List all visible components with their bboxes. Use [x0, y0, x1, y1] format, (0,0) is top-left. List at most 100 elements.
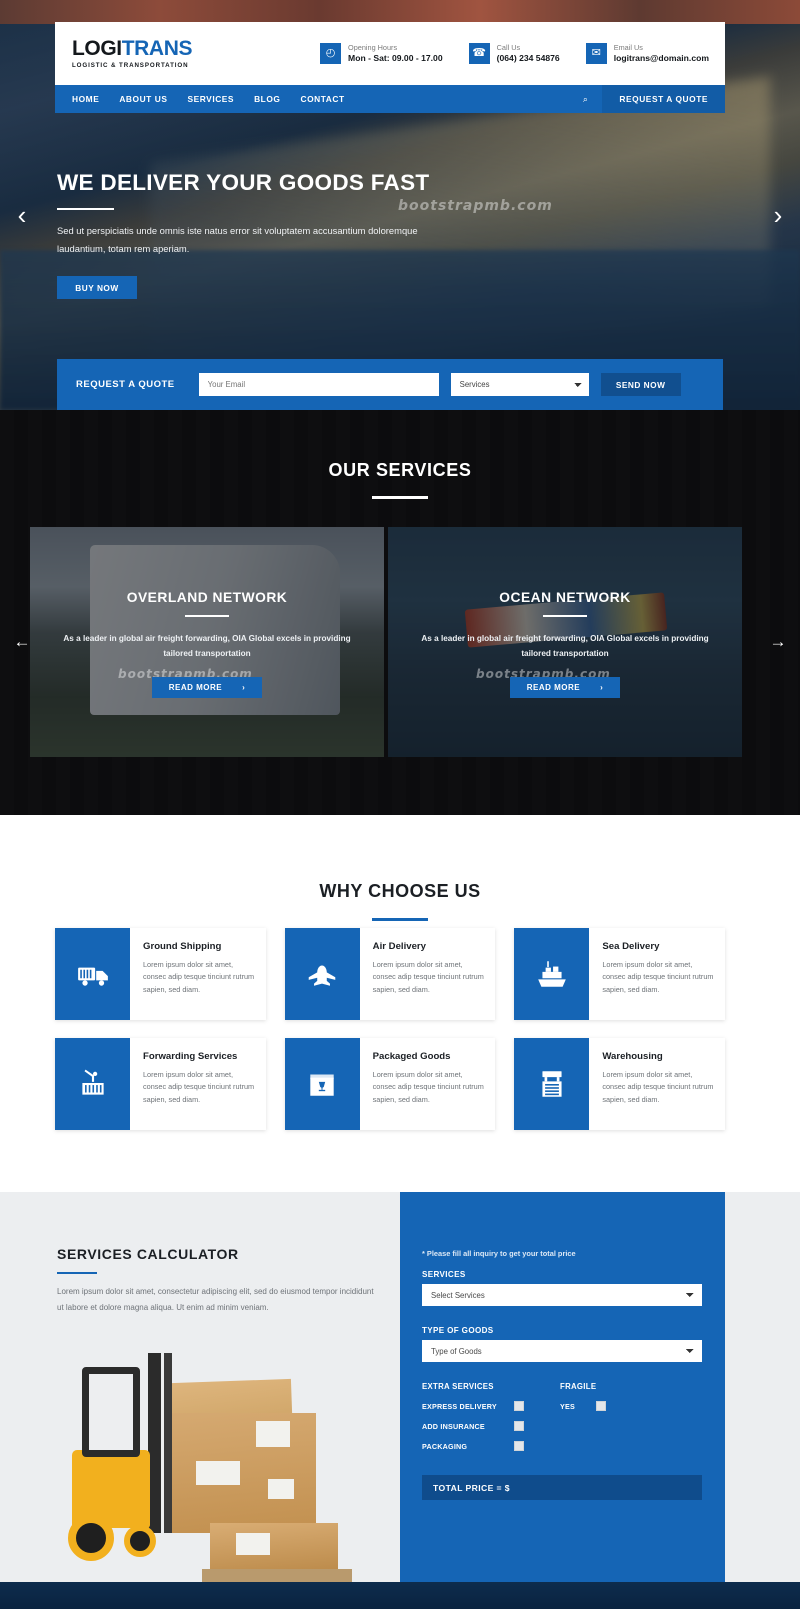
nav-item-services[interactable]: SERVICES: [187, 94, 234, 104]
packaging-checkbox[interactable]: [514, 1441, 524, 1451]
nav-item-home[interactable]: HOME: [72, 94, 99, 104]
overland-read-more-label: READ MORE: [168, 683, 223, 693]
ocean-card-content: OCEAN NETWORK As a leader in global air …: [388, 527, 742, 757]
service-card-overland[interactable]: bootstrapmb.com OVERLAND NETWORK As a le…: [30, 527, 384, 757]
quote-services-select[interactable]: Services: [450, 373, 589, 396]
quote-bar-label: REQUEST A QUOTE: [76, 379, 175, 390]
ocean-card-desc: As a leader in global air freight forwar…: [421, 634, 709, 659]
airplane-icon: [284, 928, 360, 1020]
services-next-arrow[interactable]: →: [766, 630, 790, 654]
call-us-value: (064) 234 54876: [496, 52, 560, 63]
extra-service-add-insurance[interactable]: ADD INSURANCE: [422, 1421, 524, 1431]
nav-item-about-us[interactable]: ABOUT US: [119, 94, 167, 104]
box-label-right: [268, 1479, 294, 1499]
forklift-rear-wheel: [124, 1525, 156, 1557]
feature-card-text: Air Delivery Lorem ipsum dolor sit amet,…: [360, 928, 496, 1020]
feature-card-forwarding-services[interactable]: Forwarding Services Lorem ipsum dolor si…: [55, 1038, 266, 1130]
call-us-label: Call Us: [496, 42, 521, 52]
overland-card-content: OVERLAND NETWORK As a leader in global a…: [30, 527, 384, 757]
logo-text: LOGITRANS: [72, 38, 192, 59]
overland-card-desc: As a leader in global air freight forwar…: [63, 634, 351, 659]
forklift-front-wheel: [68, 1515, 114, 1561]
send-now-button[interactable]: SEND NOW: [600, 373, 681, 396]
feature-card-air-delivery[interactable]: Air Delivery Lorem ipsum dolor sit amet,…: [284, 928, 496, 1020]
ocean-read-more-button[interactable]: READ MORE ›: [510, 677, 620, 699]
feature-title: Ground Shipping: [143, 941, 222, 952]
fragile-yes-row[interactable]: YES: [560, 1401, 606, 1411]
fragile-heading: FRAGILE: [560, 1382, 597, 1391]
logo-text-trans: TRANS: [121, 37, 193, 60]
feature-desc: Lorem ipsum dolor sit amet, consec adip …: [372, 960, 484, 994]
extra-services-group: EXTRA SERVICES EXPRESS DELIVERY ADD INSU…: [422, 1382, 524, 1451]
express-delivery-label: EXPRESS DELIVERY: [422, 1401, 497, 1411]
total-price-bar: TOTAL PRICE = $: [422, 1475, 702, 1500]
calculator-services-label: SERVICES: [422, 1270, 466, 1279]
feature-card-text: Warehousing Lorem ipsum dolor sit amet, …: [589, 1038, 725, 1130]
footer-strip: [0, 1582, 800, 1609]
main-navigation: HOME ABOUT US SERVICES BLOG CONTACT ⌕ RE…: [55, 85, 725, 113]
hero-prev-arrow[interactable]: ‹: [8, 198, 36, 232]
why-choose-us-grid: Ground Shipping Lorem ipsum dolor sit am…: [55, 928, 725, 1130]
warehouse-icon: [514, 1038, 590, 1130]
services-prev-arrow[interactable]: ←: [10, 630, 34, 654]
forklift-cabin: [82, 1367, 140, 1457]
why-choose-us-underline: [372, 918, 428, 921]
our-services-section: OUR SERVICES bootstrapmb.com OVERLAND NE…: [0, 410, 800, 815]
services-calculator-title: SERVICES CALCULATOR: [57, 1246, 239, 1262]
phone-icon: ☎: [468, 43, 490, 64]
search-icon[interactable]: ⌕: [568, 85, 602, 113]
extra-service-packaging[interactable]: PACKAGING: [422, 1441, 524, 1451]
feature-card-text: Packaged Goods Lorem ipsum dolor sit ame…: [360, 1038, 496, 1130]
cargo-ship-icon: [514, 928, 590, 1020]
email-us-label: Email Us: [613, 42, 643, 52]
feature-card-ground-shipping[interactable]: Ground Shipping Lorem ipsum dolor sit am…: [55, 928, 266, 1020]
add-insurance-checkbox[interactable]: [514, 1421, 524, 1431]
cardboard-box-lower: [210, 1523, 338, 1569]
forklift-illustration: [60, 1325, 370, 1585]
services-calculator-paragraph: Lorem ipsum dolor sit amet, consectetur …: [57, 1287, 374, 1312]
feature-desc: Lorem ipsum dolor sit amet, consec adip …: [143, 960, 255, 994]
feature-card-text: Ground Shipping Lorem ipsum dolor sit am…: [130, 928, 266, 1020]
feature-desc: Lorem ipsum dolor sit amet, consec adip …: [372, 1070, 484, 1104]
chevron-right-icon: ›: [600, 683, 604, 693]
calculator-goods-select[interactable]: Type of Goods: [422, 1340, 702, 1362]
why-choose-us-title: WHY CHOOSE US: [319, 881, 481, 901]
quote-email-input[interactable]: [198, 373, 439, 396]
hero-next-arrow[interactable]: ›: [764, 198, 792, 232]
calculator-services-select[interactable]: Select Services: [422, 1284, 702, 1306]
nav-item-contact[interactable]: CONTACT: [300, 94, 344, 104]
ocean-read-more-label: READ MORE: [526, 683, 581, 693]
site-header: LOGITRANS LOGISTIC & TRANSPORTATION ◴ Op…: [55, 22, 725, 85]
box-label-mid: [196, 1461, 240, 1485]
express-delivery-checkbox[interactable]: [514, 1401, 524, 1411]
overland-card-underline: [185, 615, 229, 618]
feature-desc: Lorem ipsum dolor sit amet, consec adip …: [143, 1070, 255, 1104]
opening-hours-value: Mon - Sat: 09.00 - 17.00: [348, 52, 443, 63]
service-card-ocean[interactable]: bootstrapmb.com OCEAN NETWORK As a leade…: [388, 527, 742, 757]
feature-card-sea-delivery[interactable]: Sea Delivery Lorem ipsum dolor sit amet,…: [514, 928, 725, 1020]
cardboard-box-main: [166, 1413, 316, 1533]
fragile-yes-checkbox[interactable]: [596, 1401, 606, 1411]
header-email-us: ✉ Email Us logitrans@domain.com: [585, 42, 709, 64]
ocean-card-title: OCEAN NETWORK: [499, 590, 631, 605]
box-label-top: [256, 1421, 290, 1447]
nav-item-blog[interactable]: BLOG: [254, 94, 280, 104]
chevron-right-icon: ›: [242, 683, 246, 693]
extra-service-express-delivery[interactable]: EXPRESS DELIVERY: [422, 1401, 524, 1411]
services-carousel: bootstrapmb.com OVERLAND NETWORK As a le…: [30, 527, 742, 757]
buy-now-button[interactable]: BUY NOW: [57, 276, 137, 299]
request-a-quote-button[interactable]: REQUEST A QUOTE: [602, 85, 725, 113]
feature-card-packaged-goods[interactable]: Packaged Goods Lorem ipsum dolor sit ame…: [284, 1038, 496, 1130]
services-calculator-underline: [57, 1272, 97, 1275]
box-label-lower: [236, 1533, 270, 1555]
hero-title-underline: [57, 208, 114, 211]
overland-read-more-button[interactable]: READ MORE ›: [152, 677, 262, 699]
feature-desc: Lorem ipsum dolor sit amet, consec adip …: [602, 1070, 714, 1104]
feature-card-warehousing[interactable]: Warehousing Lorem ipsum dolor sit amet, …: [514, 1038, 725, 1130]
packaging-label: PACKAGING: [422, 1441, 468, 1451]
hero-title: WE DELIVER YOUR GOODS FAST: [57, 170, 430, 195]
forklift-mast-rear: [164, 1353, 172, 1533]
feature-title: Warehousing: [602, 1051, 663, 1062]
logo[interactable]: LOGITRANS LOGISTIC & TRANSPORTATION: [55, 38, 192, 69]
envelope-icon: ✉: [585, 43, 607, 64]
